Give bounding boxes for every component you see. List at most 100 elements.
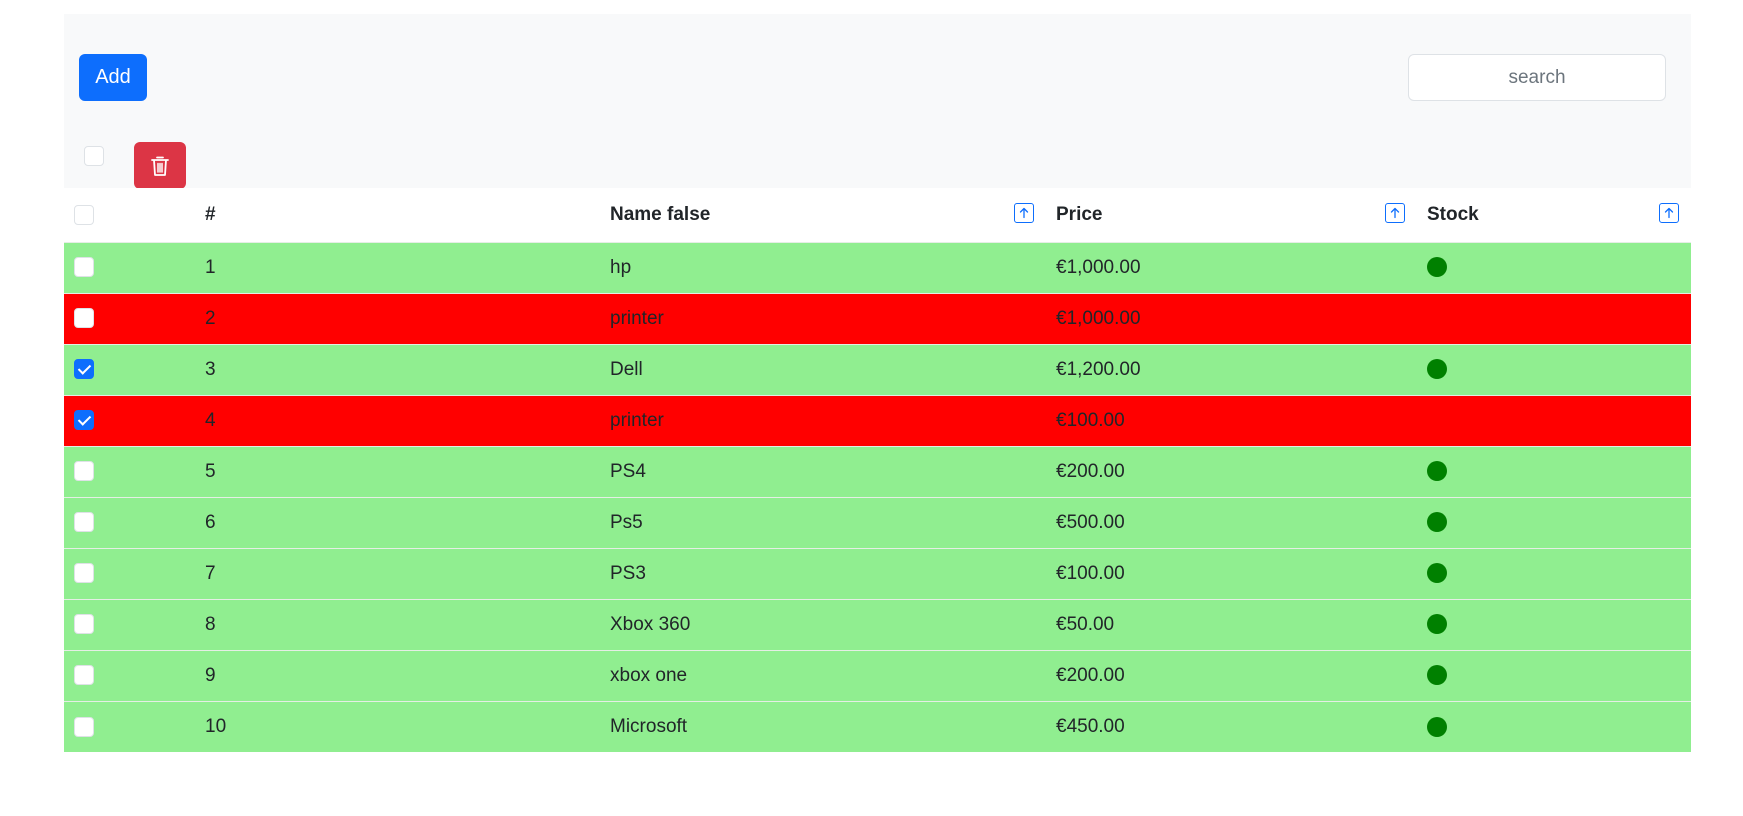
header-name-label: Name false: [610, 203, 711, 225]
cell-price: €450.00: [1046, 700, 1417, 752]
cell-stock: [1417, 241, 1691, 293]
table-row: 4 printer €100.00: [64, 394, 1691, 446]
header-price-label: Price: [1056, 203, 1103, 225]
table-row: 6 Ps5 €500.00: [64, 496, 1691, 548]
cell-price: €100.00: [1046, 394, 1417, 446]
cell-index: 5: [195, 445, 600, 497]
products-panel: Add # Name false: [64, 14, 1691, 752]
row-checkbox[interactable]: [74, 563, 94, 584]
cell-price: €200.00: [1046, 649, 1417, 701]
cell-price: €1,000.00: [1046, 292, 1417, 344]
cell-index: 6: [195, 496, 600, 548]
cell-index: 2: [195, 292, 600, 344]
table-row: 1 hp €1,000.00: [64, 241, 1691, 293]
header-stock-label: Stock: [1427, 203, 1479, 225]
cell-stock: [1417, 343, 1691, 395]
cell-index: 10: [195, 700, 600, 752]
cell-name: printer: [600, 394, 1046, 446]
table-header-row: # Name false Price Stock: [64, 188, 1691, 242]
cell-name: printer: [600, 292, 1046, 344]
table-row: 7 PS3 €100.00: [64, 547, 1691, 599]
table-row: 10 Microsoft €450.00: [64, 700, 1691, 752]
cell-stock: [1417, 700, 1691, 752]
products-table: # Name false Price Stock 1 hp €1,000.00 …: [64, 188, 1691, 752]
cell-name: Xbox 360: [600, 598, 1046, 650]
cell-name: PS4: [600, 445, 1046, 497]
row-checkbox[interactable]: [74, 614, 94, 635]
header-price: Price: [1046, 188, 1417, 242]
table-row: 5 PS4 €200.00: [64, 445, 1691, 497]
cell-name: xbox one: [600, 649, 1046, 701]
row-checkbox[interactable]: [74, 359, 94, 380]
in-stock-indicator: [1427, 359, 1447, 380]
row-select-cell: [64, 445, 195, 497]
cell-stock: [1417, 496, 1691, 548]
in-stock-indicator: [1427, 614, 1447, 635]
cell-name: Microsoft: [600, 700, 1046, 752]
cell-price: €50.00: [1046, 598, 1417, 650]
in-stock-indicator: [1427, 716, 1447, 737]
row-select-cell: [64, 700, 195, 752]
cell-price: €1,000.00: [1046, 241, 1417, 293]
row-select-cell: [64, 394, 195, 446]
header-select-all: [64, 188, 195, 242]
table-row: 9 xbox one €200.00: [64, 649, 1691, 701]
in-stock-indicator: [1427, 257, 1447, 278]
cell-index: 8: [195, 598, 600, 650]
cell-stock: [1417, 649, 1691, 701]
table-row: 3 Dell €1,200.00: [64, 343, 1691, 395]
row-select-cell: [64, 598, 195, 650]
row-checkbox[interactable]: [74, 512, 94, 533]
arrow-up-icon: [1019, 207, 1029, 219]
cell-price: €500.00: [1046, 496, 1417, 548]
header-stock: Stock: [1417, 188, 1691, 242]
row-select-cell: [64, 241, 195, 293]
cell-price: €200.00: [1046, 445, 1417, 497]
table-row: 8 Xbox 360 €50.00: [64, 598, 1691, 650]
row-checkbox[interactable]: [74, 308, 94, 329]
in-stock-indicator: [1427, 563, 1447, 584]
row-select-cell: [64, 649, 195, 701]
add-button[interactable]: Add: [79, 54, 147, 101]
cell-stock: [1417, 445, 1691, 497]
bulk-select-checkbox[interactable]: [84, 146, 104, 166]
cell-stock: [1417, 394, 1691, 446]
row-checkbox[interactable]: [74, 665, 94, 686]
cell-stock: [1417, 547, 1691, 599]
search-input[interactable]: [1408, 54, 1666, 101]
trash-icon: [151, 156, 169, 176]
row-select-cell: [64, 547, 195, 599]
cell-index: 3: [195, 343, 600, 395]
toolbar: Add: [64, 14, 1691, 189]
arrow-up-icon: [1664, 207, 1674, 219]
row-checkbox[interactable]: [74, 257, 94, 278]
cell-index: 4: [195, 394, 600, 446]
sort-name-button[interactable]: [1014, 203, 1034, 223]
header-name: Name false: [600, 188, 1046, 242]
cell-name: Dell: [600, 343, 1046, 395]
row-select-cell: [64, 292, 195, 344]
arrow-up-icon: [1390, 207, 1400, 219]
cell-index: 9: [195, 649, 600, 701]
sort-stock-button[interactable]: [1659, 203, 1679, 223]
row-checkbox[interactable]: [74, 461, 94, 482]
cell-index: 1: [195, 241, 600, 293]
in-stock-indicator: [1427, 512, 1447, 533]
row-checkbox[interactable]: [74, 716, 94, 737]
cell-index: 7: [195, 547, 600, 599]
row-checkbox[interactable]: [74, 410, 94, 431]
in-stock-indicator: [1427, 461, 1447, 482]
cell-name: PS3: [600, 547, 1046, 599]
cell-price: €100.00: [1046, 547, 1417, 599]
row-select-cell: [64, 343, 195, 395]
cell-price: €1,200.00: [1046, 343, 1417, 395]
cell-name: Ps5: [600, 496, 1046, 548]
row-select-cell: [64, 496, 195, 548]
select-all-checkbox[interactable]: [74, 204, 94, 225]
in-stock-indicator: [1427, 665, 1447, 686]
delete-selected-button[interactable]: [134, 142, 186, 189]
cell-stock: [1417, 598, 1691, 650]
table-row: 2 printer €1,000.00: [64, 292, 1691, 344]
sort-price-button[interactable]: [1385, 203, 1405, 223]
cell-stock: [1417, 292, 1691, 344]
